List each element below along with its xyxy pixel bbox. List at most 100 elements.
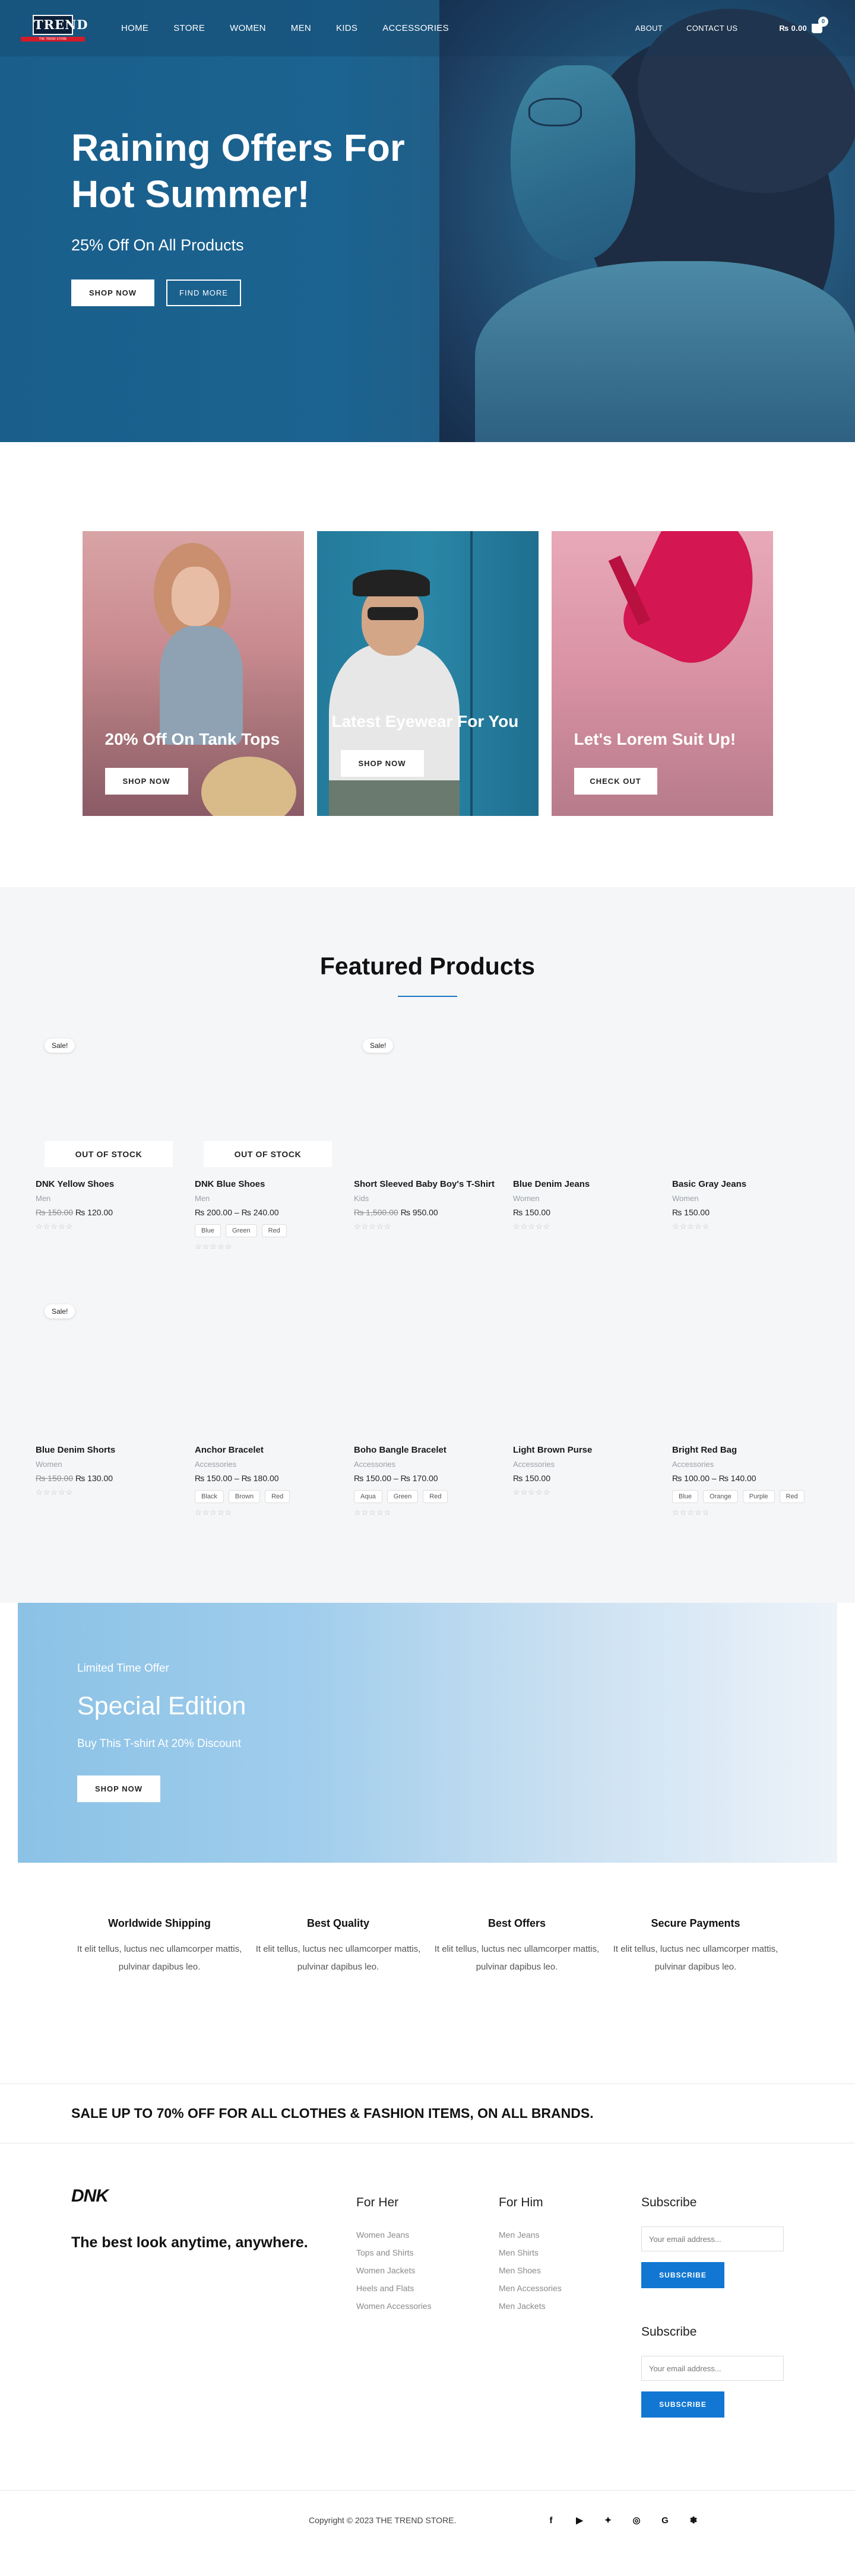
- footer-link[interactable]: Men Accessories: [499, 2279, 562, 2297]
- subscribe-title: Subscribe: [641, 2325, 697, 2339]
- footer-link[interactable]: Women Jeans: [356, 2226, 432, 2244]
- featured-products-section: Featured Products Sale! OUT OF STOCK DNK Y…: [0, 887, 855, 1603]
- product-swatch[interactable]: Red: [261, 1224, 287, 1237]
- footer-link[interactable]: Men Jackets: [499, 2297, 562, 2315]
- promo-check-out-button[interactable]: CHECK OUT: [574, 768, 657, 795]
- instagram-icon[interactable]: ◎: [629, 2513, 644, 2527]
- product-rating-stars: ☆☆☆☆☆: [672, 1508, 710, 1517]
- hero-shop-now-button[interactable]: SHOP NOW: [71, 279, 154, 306]
- product-name[interactable]: Light Brown Purse: [513, 1445, 658, 1455]
- nav-item-men[interactable]: MEN: [278, 23, 324, 33]
- footer-link[interactable]: Men Shoes: [499, 2261, 562, 2279]
- product-swatch[interactable]: Red: [423, 1490, 448, 1503]
- product-swatch[interactable]: Orange: [703, 1490, 738, 1503]
- product-card[interactable]: Blue Denim Jeans Women ₨ 150.00 ☆☆☆☆☆: [513, 1036, 658, 1254]
- facebook-icon[interactable]: f: [544, 2513, 558, 2527]
- product-swatch[interactable]: Brown: [228, 1490, 261, 1503]
- nav-item-kids[interactable]: KIDS: [324, 23, 370, 33]
- site-logo[interactable]: TREND THE TREND STORE: [21, 12, 88, 45]
- subscribe-button[interactable]: SUBSCRIBE: [641, 2391, 724, 2418]
- product-swatch[interactable]: Red: [265, 1490, 290, 1503]
- footer-link[interactable]: Men Jeans: [499, 2226, 562, 2244]
- product-rating-stars: ☆☆☆☆☆: [672, 1222, 710, 1231]
- nav-item-store[interactable]: STORE: [161, 23, 217, 33]
- product-name[interactable]: Short Sleeved Baby Boy's T-Shirt: [354, 1179, 499, 1189]
- footer-logo[interactable]: DNK: [71, 2186, 109, 2206]
- product-name[interactable]: Boho Bangle Bracelet: [354, 1445, 499, 1455]
- promo-model-face: [171, 567, 219, 626]
- product-swatch[interactable]: Black: [195, 1490, 224, 1503]
- social-links: f ▶ ✦ ◎ G ✽: [544, 2513, 701, 2527]
- subscribe-email-input[interactable]: Your email address...: [641, 2356, 784, 2381]
- product-card[interactable]: Boho Bangle Bracelet Accessories ₨ 150.00 …: [354, 1301, 499, 1520]
- product-image[interactable]: [195, 1301, 340, 1439]
- promo-card-tank-tops[interactable]: 20% Off On Tank Tops SHOP NOW: [82, 531, 304, 816]
- footer-link[interactable]: Women Accessories: [356, 2297, 432, 2315]
- product-swatch[interactable]: Green: [387, 1490, 419, 1503]
- product-name[interactable]: Blue Denim Jeans: [513, 1179, 658, 1189]
- hero-title: Raining Offers For Hot Summer!: [71, 126, 405, 215]
- promo-card-suit-up[interactable]: Let's Lorem Suit Up! CHECK OUT: [551, 531, 773, 816]
- product-rating-stars: ☆☆☆☆☆: [195, 1508, 233, 1517]
- footer-link[interactable]: Women Jackets: [356, 2261, 432, 2279]
- product-card[interactable]: OUT OF STOCK DNK Blue Shoes Men ₨ 200.00 – …: [195, 1036, 340, 1254]
- twitter-icon[interactable]: ✦: [601, 2513, 615, 2527]
- product-name[interactable]: DNK Yellow Shoes: [36, 1179, 180, 1189]
- product-rating-stars: ☆☆☆☆☆: [513, 1488, 551, 1497]
- product-card[interactable]: Anchor Bracelet Accessories ₨ 150.00 – ₨ 1…: [195, 1301, 340, 1520]
- footer-link[interactable]: Tops and Shirts: [356, 2244, 432, 2261]
- hero-find-more-button[interactable]: FIND MORE: [166, 279, 241, 306]
- product-card[interactable]: Sale! Blue Denim Shorts Women ₨ 150.00 ₨ 130…: [36, 1301, 180, 1520]
- product-name[interactable]: Bright Red Bag: [672, 1445, 817, 1455]
- product-swatch[interactable]: Green: [226, 1224, 257, 1237]
- product-name[interactable]: Anchor Bracelet: [195, 1445, 340, 1455]
- product-rating-stars: ☆☆☆☆☆: [36, 1222, 74, 1231]
- product-swatch[interactable]: Red: [779, 1490, 805, 1503]
- cart-button[interactable]: ₨ 0.00 0: [767, 16, 834, 33]
- product-category: Kids: [354, 1194, 369, 1203]
- product-image[interactable]: Sale!: [354, 1036, 499, 1173]
- special-edition-section: Limited Time Offer Special Edition Buy T…: [0, 1603, 855, 1905]
- product-name[interactable]: Basic Gray Jeans: [672, 1179, 817, 1189]
- product-image[interactable]: OUT OF STOCK: [195, 1036, 340, 1173]
- product-swatch[interactable]: Blue: [672, 1490, 699, 1503]
- product-image[interactable]: [354, 1301, 499, 1439]
- product-category: Accessories: [354, 1460, 396, 1469]
- yelp-icon[interactable]: ✽: [686, 2513, 701, 2527]
- product-name[interactable]: DNK Blue Shoes: [195, 1179, 340, 1189]
- subscribe-email-input[interactable]: Your email address...: [641, 2226, 784, 2251]
- product-swatch[interactable]: Purple: [742, 1490, 775, 1503]
- product-card[interactable]: Sale! Short Sleeved Baby Boy's T-Shirt Kid…: [354, 1036, 499, 1254]
- youtube-icon[interactable]: ▶: [572, 2513, 587, 2527]
- hero-content: Raining Offers For Hot Summer! 25% Off O…: [71, 125, 451, 306]
- footer-link[interactable]: Heels and Flats: [356, 2279, 432, 2297]
- special-shop-now-button[interactable]: SHOP NOW: [77, 1775, 160, 1802]
- product-card[interactable]: Sale! OUT OF STOCK DNK Yellow Shoes Men ₨ 15…: [36, 1036, 180, 1254]
- hero-photo-face: [511, 65, 635, 261]
- product-card[interactable]: Light Brown Purse Accessories ₨ 150.00 ☆☆☆☆…: [513, 1301, 658, 1520]
- product-image[interactable]: [513, 1301, 658, 1439]
- product-image[interactable]: [513, 1036, 658, 1173]
- product-card[interactable]: Basic Gray Jeans Women ₨ 150.00 ☆☆☆☆☆: [672, 1036, 817, 1254]
- product-card[interactable]: Bright Red Bag Accessories ₨ 100.00 – ₨ 14…: [672, 1301, 817, 1520]
- product-image[interactable]: [672, 1301, 817, 1439]
- nav-item-contact[interactable]: CONTACT US: [674, 24, 749, 33]
- nav-item-about[interactable]: ABOUT: [623, 24, 674, 33]
- product-name[interactable]: Blue Denim Shorts: [36, 1445, 180, 1455]
- promo-shop-now-button[interactable]: SHOP NOW: [340, 750, 424, 777]
- feature-offers: Best Offers It elit tellus, luctus nec u…: [428, 1917, 606, 2083]
- product-image[interactable]: [672, 1036, 817, 1173]
- product-swatch[interactable]: Blue: [195, 1224, 221, 1237]
- subscribe-button[interactable]: SUBSCRIBE: [641, 2262, 724, 2288]
- product-swatch[interactable]: Aqua: [354, 1490, 382, 1503]
- product-image[interactable]: Sale! OUT OF STOCK: [36, 1036, 180, 1173]
- nav-item-accessories[interactable]: ACCESSORIES: [370, 23, 461, 33]
- product-image[interactable]: Sale!: [36, 1301, 180, 1439]
- nav-item-women[interactable]: WOMEN: [217, 23, 278, 33]
- footer-link[interactable]: Men Shirts: [499, 2244, 562, 2261]
- promo-card-eyewear[interactable]: Latest Eyewear For You SHOP NOW: [316, 531, 539, 816]
- google-icon[interactable]: G: [658, 2513, 672, 2527]
- promo-model-top: [159, 626, 243, 745]
- nav-item-home[interactable]: HOME: [109, 23, 161, 33]
- promo-shop-now-button[interactable]: SHOP NOW: [104, 768, 188, 795]
